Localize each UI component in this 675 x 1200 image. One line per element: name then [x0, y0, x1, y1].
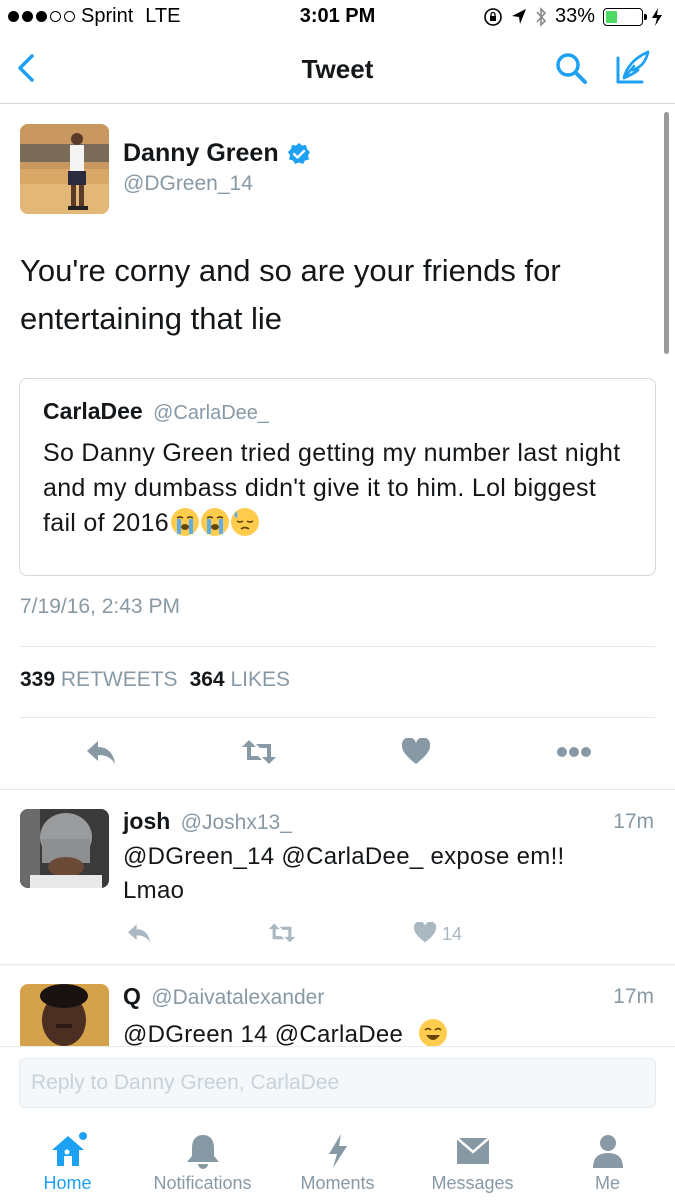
reply-like-count: 14: [442, 924, 463, 944]
tab-me[interactable]: Me: [540, 1120, 675, 1200]
status-right: 33%: [483, 5, 663, 28]
reply-placeholder: Reply to Danny Green, CarlaDee: [31, 1071, 340, 1094]
quoted-tweet-text: So Danny Green tried getting my number l…: [43, 436, 633, 541]
tab-messages[interactable]: Messages: [405, 1120, 540, 1200]
reply-icon[interactable]: [85, 738, 117, 766]
tab-moments-label: Moments: [300, 1173, 375, 1193]
reply-author-handle[interactable]: @Daivatalexander: [151, 986, 324, 1009]
reply-header: Q @Daivatalexander: [123, 983, 324, 1010]
reply-input[interactable]: Reply to Danny Green, CarlaDee: [19, 1058, 656, 1108]
tweet-text: You're corny and so are your friends for…: [20, 253, 561, 336]
author-name-text[interactable]: Danny Green: [123, 139, 279, 168]
reply-author-name[interactable]: josh: [123, 808, 170, 834]
quoted-author-name: CarlaDee: [43, 398, 143, 424]
retweet-icon[interactable]: [240, 738, 278, 766]
quoted-text-body: So Danny Green tried getting my number l…: [43, 439, 621, 537]
scrollbar[interactable]: [664, 112, 669, 354]
home-icon: [51, 1132, 87, 1166]
loudly-crying-emoji-icon: [200, 508, 229, 536]
nav-bar: Tweet: [0, 36, 675, 104]
author-name[interactable]: Danny Green: [123, 139, 311, 168]
reply-icon[interactable]: [126, 922, 152, 944]
battery-percent: 33%: [554, 5, 595, 27]
verified-badge-icon: [287, 142, 310, 164]
retweets-stat[interactable]: 339 RETWEETS: [20, 668, 178, 692]
reply-text-body: @DGreen 14 @CarlaDee: [123, 1021, 404, 1046]
compose-tweet-icon[interactable]: [612, 48, 652, 88]
likes-stat[interactable]: 364 LIKES: [190, 668, 290, 692]
retweet-icon[interactable]: [267, 922, 297, 944]
tweet-timestamp: 7/19/16, 2:43 PM: [20, 595, 180, 618]
bell-icon: [186, 1135, 219, 1169]
author-handle[interactable]: @DGreen_14: [123, 172, 253, 196]
likes-label: LIKES: [230, 668, 290, 691]
retweets-label: RETWEETS: [60, 668, 178, 691]
tab-home[interactable]: Home: [0, 1120, 135, 1200]
like-heart-icon[interactable]: [401, 738, 431, 766]
more-options-icon[interactable]: [556, 744, 592, 760]
person-icon: [592, 1135, 623, 1168]
divider: [20, 717, 655, 718]
charging-icon: [652, 7, 662, 26]
battery-icon: [603, 7, 647, 26]
divider: [0, 964, 675, 965]
tab-notifications-label: Notifications: [153, 1173, 252, 1193]
reply-text: @DGreen_14 @CarlaDee_ expose em!! Lmao: [123, 843, 565, 904]
bluetooth-icon: [536, 6, 547, 27]
likes-count: 364: [189, 668, 225, 691]
sweat-face-emoji-icon: [230, 508, 259, 536]
status-bar: Sprint LTE 3:01 PM 33%: [0, 0, 675, 36]
reply-avatar[interactable]: [20, 984, 109, 1046]
divider: [0, 789, 675, 790]
like-heart-icon[interactable]: [413, 922, 437, 944]
quoted-author: CarlaDee @CarlaDee_: [43, 398, 269, 425]
retweets-count: 339: [20, 668, 56, 691]
reply-header: josh @Joshx13_: [123, 808, 292, 835]
orientation-lock-icon: [484, 7, 502, 26]
tab-notifications[interactable]: Notifications: [135, 1120, 270, 1200]
quoted-tweet[interactable]: CarlaDee @CarlaDee_ So Danny Green tried…: [19, 378, 656, 576]
reply-time: 17m: [613, 985, 654, 1008]
tweet-stats: 339 RETWEETS 364 LIKES: [20, 668, 290, 692]
quoted-author-handle: @CarlaDee_: [153, 402, 270, 424]
tab-me-label: Me: [594, 1173, 620, 1193]
tab-bar: Home Notifications Moments Messages Me: [0, 1120, 675, 1200]
reply-author-name[interactable]: Q: [123, 983, 141, 1009]
tab-moments[interactable]: Moments: [270, 1120, 405, 1200]
search-icon[interactable]: [553, 50, 589, 86]
author-avatar[interactable]: [20, 124, 109, 214]
reply-time: 17m: [613, 810, 654, 833]
reply-text: @DGreen 14 @CarlaDee: [123, 1018, 623, 1046]
tab-messages-label: Messages: [431, 1173, 514, 1193]
lightning-icon: [328, 1134, 347, 1168]
envelope-icon: [455, 1137, 490, 1164]
tab-home-label: Home: [43, 1173, 92, 1193]
divider: [20, 646, 655, 647]
reply-avatar[interactable]: [20, 809, 109, 888]
tears-of-joy-emoji-icon: [419, 1019, 448, 1046]
reply-author-handle[interactable]: @Joshx13_: [181, 811, 292, 834]
location-icon: [511, 8, 526, 24]
loudly-crying-emoji-icon: [170, 508, 199, 536]
